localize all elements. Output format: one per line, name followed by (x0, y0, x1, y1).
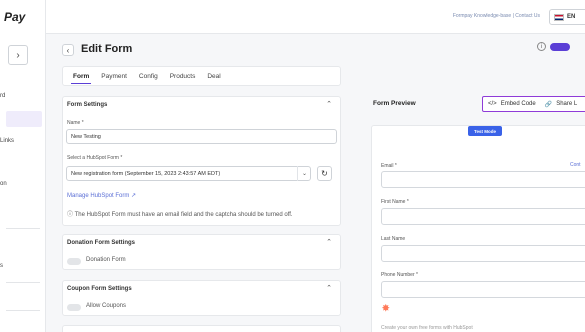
donation-toggle[interactable] (67, 258, 81, 265)
code-icon: </> (488, 101, 497, 107)
first-name-label: First Name * (381, 199, 409, 205)
phone-number-label: Phone Number * (381, 272, 418, 278)
donation-toggle-label: Donation Form (86, 257, 126, 263)
test-mode-badge: Test Mode (468, 126, 502, 136)
hubspot-icon: ✸ (382, 303, 390, 313)
email-field[interactable] (381, 171, 585, 188)
tab-payment[interactable]: Payment (101, 66, 127, 86)
external-link-icon: ↗ (131, 193, 137, 199)
app-logo: Pay (4, 10, 26, 24)
chevron-up-icon[interactable]: ⌃ (326, 284, 332, 292)
note-text: The HubSpot Form must have an email fiel… (74, 212, 293, 218)
chevron-left-icon: ‹ (66, 45, 70, 55)
form-preview-panel (371, 125, 585, 332)
share-link-button[interactable]: Share L (556, 101, 577, 107)
chevron-right-icon: › (16, 49, 20, 61)
tab-deal[interactable]: Deal (207, 66, 220, 86)
language-label: EN (567, 14, 576, 20)
tab-form[interactable]: Form (70, 66, 92, 86)
link-icon: 🔗 (544, 101, 553, 108)
donation-settings-card: Donation Form Settings ⌃ Donation Form (62, 234, 341, 270)
form-preview-title: Form Preview (373, 100, 416, 107)
form-requirement-note: ⓘ The HubSpot Form must have an email fi… (67, 209, 293, 218)
sidebar-item-integration[interactable]: on (0, 176, 45, 192)
manage-link-label: Manage HubSpot Form (67, 193, 130, 199)
next-settings-card (62, 325, 341, 332)
chevron-up-icon[interactable]: ⌃ (326, 238, 332, 246)
form-active-toggle[interactable] (550, 43, 570, 51)
form-settings-card: Form Settings ⌃ Name * New Testing Selec… (62, 96, 341, 226)
select-form-label: Select a HubSpot Form * (67, 155, 123, 161)
preview-side-link[interactable]: Cont (570, 162, 581, 168)
tab-products[interactable]: Products (170, 66, 196, 86)
sidebar-divider (6, 310, 40, 311)
help-links[interactable]: Formpay Knowledge-base | Contact Us (453, 13, 540, 19)
sidebar-divider (6, 228, 40, 229)
back-button[interactable]: ‹ (62, 44, 74, 56)
info-icon[interactable]: i (537, 42, 546, 51)
chevron-down-icon[interactable]: ⌄ (297, 166, 311, 181)
first-name-field[interactable] (381, 208, 585, 225)
name-label: Name * (67, 120, 84, 126)
sidebar-item-links[interactable]: Links (0, 133, 45, 149)
form-tabs: Form Payment Config Products Deal (62, 66, 341, 86)
refresh-icon: ↻ (321, 169, 328, 178)
coupon-toggle[interactable] (67, 304, 81, 311)
sidebar-item-settings[interactable]: s (0, 258, 45, 274)
email-label: Email * (381, 163, 397, 169)
card-title: Form Settings (67, 102, 108, 108)
last-name-label: Last Name (381, 236, 406, 242)
sidebar-divider (6, 282, 40, 283)
uk-flag-icon (554, 13, 564, 21)
top-bar: Formpay Knowledge-base | Contact Us EN (46, 0, 585, 34)
sidebar-collapse-button[interactable]: › (8, 45, 28, 65)
coupon-settings-card: Coupon Form Settings ⌃ Allow Coupons (62, 280, 341, 316)
embed-code-button[interactable]: Embed Code (501, 101, 536, 107)
info-circle-icon: ⓘ (67, 212, 74, 218)
page-title: Edit Form (81, 43, 133, 55)
manage-hubspot-link[interactable]: Manage HubSpot Form ↗ (67, 192, 136, 199)
card-title: Donation Form Settings (67, 240, 135, 246)
hubspot-footer-text[interactable]: Create your own free forms with HubSpot (381, 325, 473, 331)
sidebar-item-dashboard[interactable]: rd (0, 88, 45, 104)
chevron-up-icon[interactable]: ⌃ (326, 100, 332, 108)
last-name-field[interactable] (381, 245, 585, 262)
sidebar: Pay › rd Links on s (0, 0, 46, 332)
hubspot-form-select[interactable]: New registration form (September 15, 202… (66, 166, 311, 181)
language-selector[interactable]: EN (549, 9, 585, 25)
embed-share-actions: </> Embed Code 🔗 Share L (482, 96, 585, 112)
sidebar-item-active[interactable] (6, 111, 42, 127)
card-title: Coupon Form Settings (67, 286, 132, 292)
phone-number-field[interactable] (381, 281, 585, 298)
refresh-button[interactable]: ↻ (317, 166, 332, 181)
tab-config[interactable]: Config (139, 66, 158, 86)
select-value: New registration form (September 15, 202… (71, 170, 221, 177)
name-input[interactable]: New Testing (66, 129, 337, 144)
coupon-toggle-label: Allow Coupons (86, 303, 127, 309)
